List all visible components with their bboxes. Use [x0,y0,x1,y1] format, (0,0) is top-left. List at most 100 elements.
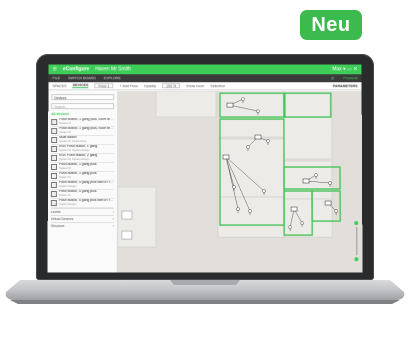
menu-bar: FILE SWITCH BOARD EXPLORE 🛒 Products [48,74,362,83]
device-thumbnail-icon [50,164,58,170]
sidebar-section-toggle[interactable]: Virtual Devices › [50,215,114,223]
device-range: System M, Smart Home [59,140,87,144]
new-badge: Neu [300,10,362,40]
device-range: System M [58,176,71,180]
zoom-out-icon[interactable] [354,257,359,262]
device-thumbnail-icon [51,137,58,144]
device-hub-icon[interactable] [324,200,332,206]
room-tile [217,138,285,198]
device-thumbnail-icon [50,182,57,189]
device-range: System M, System Design [59,158,90,162]
device-range: System M, System Design [59,149,90,153]
zoom-slider[interactable] [354,221,359,262]
device-sensor-icon[interactable] [236,207,240,211]
chevron-right-icon: › [112,217,114,222]
products-link[interactable]: Products [343,76,357,80]
room-tile [283,91,333,160]
device-list-item[interactable]: KNX Push button, 2 gang System M, System … [51,154,115,164]
floor-plan-canvas[interactable] [117,91,363,273]
selection-label[interactable]: Selection [210,84,225,88]
device-range: System M [59,131,71,135]
room-tile [217,91,285,138]
device-list-item[interactable]: KNX Push button, 1 gang System M, System … [51,145,115,155]
section-label: Structure [50,224,65,229]
menu-file[interactable]: FILE [52,76,60,80]
device-sensor-icon[interactable] [241,97,246,102]
device-panel-icon[interactable] [121,230,132,239]
title-bar: ☰ eConfigure Haven Mr Smith Max ▾ — ✕ [48,64,362,75]
device-hub-icon[interactable] [290,206,298,212]
device-list-item[interactable]: Multi switch System M, Smart Home [51,136,115,146]
device-sensor-icon[interactable] [314,173,318,177]
device-list-item[interactable]: Push button, 4 gang plus System M [50,190,114,200]
section-label: Virtual Devices [50,217,74,222]
device-list-item[interactable]: Push button, 4 gang plus with IR r… Syste… [50,181,114,191]
menu-switch-board[interactable]: SWITCH BOARD [68,76,96,80]
device-thumbnail-icon [51,155,58,162]
device-range: System M [58,167,71,170]
device-hub-icon[interactable] [302,178,310,184]
device-list-item[interactable]: Push button, 1 gang plus, room te… System… [51,118,115,128]
device-list: Push button, 1 gang plus, room te… System… [48,118,117,209]
floor-plan[interactable] [117,91,363,272]
add-floor-button[interactable]: + Add Floor [119,84,137,88]
device-sensor-icon[interactable] [247,209,252,213]
device-sensor-icon[interactable] [333,209,338,213]
menu-explore[interactable]: EXPLORE [104,76,121,80]
device-list-item[interactable]: Push button, 1 gang plus System M [50,163,115,172]
device-sidebar: Devices Search... All devices Push butto… [47,91,119,273]
window-controls[interactable]: Max ▾ — ✕ [332,66,357,72]
device-sensor-icon[interactable] [262,189,266,193]
sidebar-section-toggle[interactable]: Structure › [50,222,114,230]
app-screen: ☰ eConfigure Haven Mr Smith Max ▾ — ✕ FI… [47,64,363,273]
device-range: System M [59,122,71,126]
device-sensor-icon[interactable] [232,185,236,189]
device-thumbnail-icon [51,119,58,126]
chevron-right-icon: › [112,210,114,215]
search-input[interactable]: Search... [51,103,115,110]
opacity-select[interactable]: 100 % [162,83,181,89]
section-label: Levels [50,210,61,215]
show-room-toggle[interactable]: Show room [186,84,204,88]
room-tile [217,196,285,237]
device-sensor-icon[interactable] [246,145,250,149]
device-sensor-icon[interactable] [256,109,261,114]
device-range: System Design [58,185,77,189]
device-thumbnail-icon [50,200,57,207]
device-thumbnail-icon [50,172,57,180]
section-heading: All devices [51,112,69,117]
device-panel-icon[interactable] [121,210,132,219]
category-select[interactable]: Devices [51,94,115,101]
sidebar-footer: Levels › Virtual Devices › Structure › [48,208,117,230]
menu-icon[interactable]: ☰ [52,66,56,72]
parameters-button[interactable]: PARAMETERS [333,84,358,88]
device-sensor-icon[interactable] [299,220,304,225]
zoom-in-icon[interactable] [354,221,359,226]
opacity-label: Opacity [143,83,157,88]
toolbar: SPACES DEVICES Floor 1 + Add Floor Opaci… [48,82,362,91]
device-range: System M [58,194,71,198]
tab-spaces[interactable]: SPACES [52,84,66,88]
device-thumbnail-icon [50,191,57,198]
device-sensor-icon[interactable] [266,139,270,143]
device-thumbnail-icon [51,128,58,135]
laptop-base [5,280,405,304]
device-hub-icon[interactable] [227,103,234,108]
device-thumbnail-icon [51,146,58,153]
floor-select[interactable]: Floor 1 [94,83,114,89]
app-brand: eConfigure [62,66,90,73]
device-hub-icon[interactable] [222,154,230,160]
project-title: Haven Mr Smith [95,66,131,73]
device-hub-icon[interactable] [254,134,262,140]
sidebar-section-toggle[interactable]: Levels › [50,208,114,216]
tab-devices[interactable]: DEVICES [72,83,89,89]
device-list-item[interactable]: Push button, 1 gang plus System M [50,171,114,182]
device-sensor-icon[interactable] [328,181,332,185]
device-list-item[interactable]: Push button, 4 gang plus with IR r… Syste… [50,199,114,209]
device-sensor-icon[interactable] [287,224,292,229]
cart-icon[interactable]: 🛒 [331,76,335,80]
chevron-right-icon: › [112,224,114,229]
device-list-item[interactable]: Push button, 1 gang plus, room te… System… [51,127,115,137]
device-range: System Design [58,203,77,207]
zoom-track[interactable] [355,227,357,256]
